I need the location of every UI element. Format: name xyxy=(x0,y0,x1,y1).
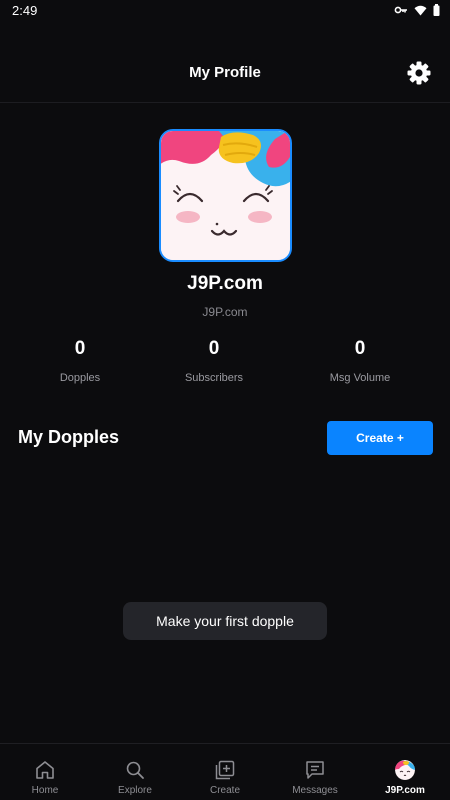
battery-icon xyxy=(433,4,440,16)
stat-label: Msg Volume xyxy=(329,372,391,384)
app-header: My Profile xyxy=(0,46,450,102)
status-bar: 2:49 xyxy=(0,0,450,22)
stat-msg-volume: 0 Msg Volume xyxy=(295,338,425,384)
nav-label: Create xyxy=(209,785,240,796)
plus-square-icon xyxy=(215,760,235,780)
nav-label: Explore xyxy=(118,785,152,796)
bottom-nav: Home Explore Create Messages J9P.com xyxy=(0,743,450,800)
profile-avatar[interactable] xyxy=(159,129,292,262)
gear-icon xyxy=(406,61,432,90)
create-dopple-button[interactable]: Create + xyxy=(327,421,433,455)
nav-item-create[interactable]: Create xyxy=(180,744,270,800)
stat-dopples: 0 Dopples xyxy=(15,338,145,384)
nav-item-home[interactable]: Home xyxy=(0,744,90,800)
header-divider xyxy=(0,102,450,103)
stat-value: 0 xyxy=(208,338,220,359)
nav-item-messages[interactable]: Messages xyxy=(270,744,360,800)
status-icons xyxy=(394,4,440,16)
stat-value: 0 xyxy=(354,338,366,359)
nav-label: J9P.com xyxy=(385,785,425,796)
message-icon xyxy=(305,760,325,780)
stat-subscribers: 0 Subscribers xyxy=(149,338,279,384)
nav-label: Home xyxy=(31,785,59,796)
wifi-icon xyxy=(414,5,427,16)
stat-label: Dopples xyxy=(59,372,101,384)
nav-item-profile[interactable]: J9P.com xyxy=(360,744,450,800)
stat-label: Subscribers xyxy=(184,372,244,384)
search-icon xyxy=(125,760,145,780)
profile-screen: 2:49 My Profile J9P.com J9P.com 0 Dopple… xyxy=(0,0,450,800)
status-time: 2:49 xyxy=(12,3,38,18)
stat-value: 0 xyxy=(74,338,86,359)
make-first-dopple-button[interactable]: Make your first dopple xyxy=(123,602,327,640)
page-title: My Profile xyxy=(189,64,261,81)
profile-avatar-icon xyxy=(395,760,415,780)
profile-name: J9P.com xyxy=(187,273,263,294)
profile-handle: J9P.com xyxy=(202,305,248,319)
home-icon xyxy=(34,760,56,780)
nav-item-explore[interactable]: Explore xyxy=(90,744,180,800)
section-title: My Dopples xyxy=(18,427,120,447)
nav-label: Messages xyxy=(292,785,338,796)
vpn-key-icon xyxy=(394,4,408,16)
settings-button[interactable] xyxy=(406,60,432,86)
